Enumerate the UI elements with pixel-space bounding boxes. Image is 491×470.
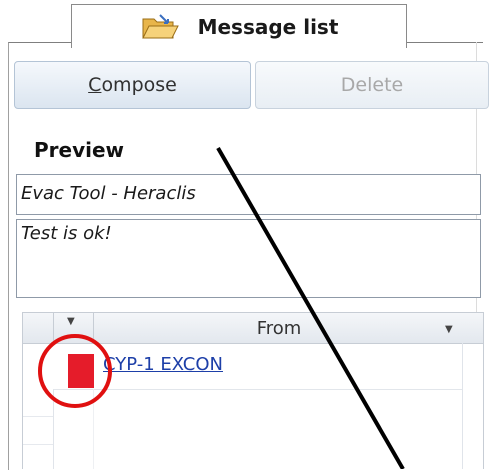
from-link[interactable]: CYP-1 EXCON xyxy=(103,354,223,375)
preview-heading: Preview xyxy=(34,138,125,162)
preview-subject-field[interactable]: Evac Tool - Heraclis xyxy=(16,174,481,215)
compose-mnemonic: C xyxy=(88,74,102,96)
row-selector-column xyxy=(23,389,54,469)
folder-open-icon xyxy=(140,13,180,41)
column-divider xyxy=(93,389,94,469)
grid-scroll-gutter xyxy=(462,343,483,469)
message-list-header: Message list xyxy=(71,4,407,48)
compose-button[interactable]: Compose xyxy=(14,61,251,109)
compose-label: ompose xyxy=(101,74,177,96)
delete-button[interactable]: Delete xyxy=(255,61,489,109)
chevron-down-icon[interactable]: ▼ xyxy=(445,324,453,335)
flag-icon xyxy=(68,354,94,388)
panel-title: Message list xyxy=(197,14,339,39)
flag-column-header[interactable]: ▼ xyxy=(53,313,94,343)
from-column-label: From xyxy=(256,317,302,339)
delete-label: Delete xyxy=(340,74,404,96)
row-selector-column-header[interactable] xyxy=(23,313,54,343)
message-grid: ▼ From ▼ CYP-1 EXCON xyxy=(22,312,484,469)
preview-body-field[interactable]: Test is ok! xyxy=(16,219,481,298)
from-column-header[interactable]: From xyxy=(93,313,465,343)
chevron-down-icon: ▼ xyxy=(67,316,75,327)
grid-header: ▼ From ▼ xyxy=(23,313,483,344)
table-row[interactable]: CYP-1 EXCON xyxy=(23,343,463,390)
